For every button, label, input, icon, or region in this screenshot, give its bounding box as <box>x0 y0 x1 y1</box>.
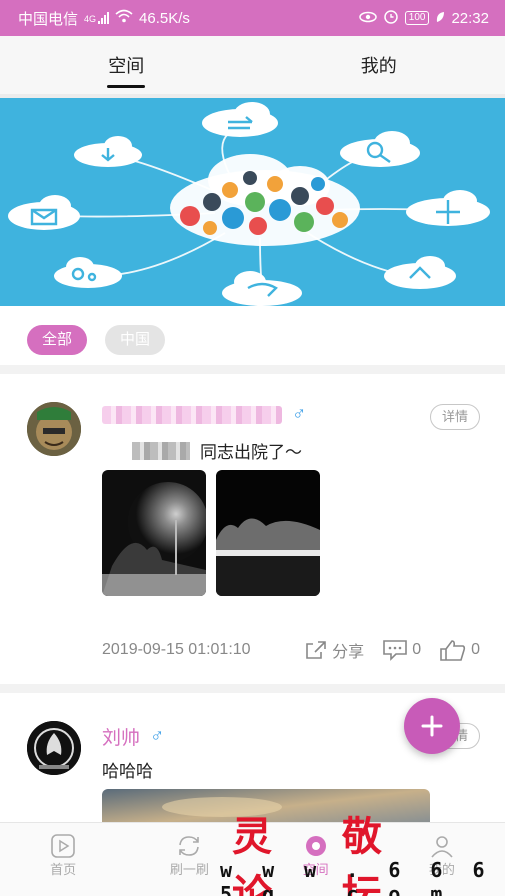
space-icon <box>305 836 326 856</box>
avatar[interactable] <box>27 402 81 456</box>
signal-icon: 4G <box>84 12 110 24</box>
username[interactable]: ♂ <box>102 404 306 426</box>
post-photo[interactable] <box>102 470 206 596</box>
wifi-icon <box>115 9 133 27</box>
filter-chips: 全部 中国 <box>27 325 166 355</box>
male-icon: ♂ <box>292 404 307 425</box>
status-bar: 中国电信 4G 46.5K/s 100 22:32 <box>0 0 505 36</box>
share-label: 分享 <box>332 644 365 661</box>
share-icon <box>306 641 326 659</box>
plus-icon <box>421 715 443 737</box>
leaf-icon <box>435 10 445 27</box>
top-tabs: 空间 我的 <box>0 36 505 94</box>
comment-count: 0 <box>412 641 422 658</box>
home-play-icon <box>51 834 75 858</box>
nav-mine[interactable]: 我的 <box>379 823 505 896</box>
eye-icon <box>359 10 377 27</box>
post-card: ♂ 详情 同志出院了～ 2019-09-15 01:01:10 分享 0 0 <box>0 374 505 684</box>
nav-space[interactable]: 空间 <box>253 823 379 896</box>
nav-mine-label: 我的 <box>428 862 455 877</box>
section-divider <box>0 365 505 374</box>
username[interactable]: 刘帅 ♂ <box>102 723 164 750</box>
post-text: 同志出院了～ <box>200 443 302 462</box>
refresh-icon <box>179 836 200 856</box>
post-content: 哈哈哈 <box>102 762 153 781</box>
post-timestamp: 2019-09-15 01:01:10 <box>102 641 251 658</box>
section-divider <box>0 684 505 693</box>
add-post-button[interactable] <box>404 698 460 754</box>
profile-icon <box>431 836 453 858</box>
alarm-icon <box>383 8 399 28</box>
banner-cloud-network-image[interactable] <box>0 98 505 306</box>
tab-mine[interactable]: 我的 <box>253 36 505 94</box>
filter-all-chip[interactable]: 全部 <box>27 325 88 355</box>
share-button[interactable]: 分享 <box>304 638 364 662</box>
nav-home[interactable]: 首页 <box>0 823 126 896</box>
carrier-label: 中国电信 <box>18 10 79 28</box>
username-text: 刘帅 <box>102 728 141 749</box>
post-content: 同志出院了～ <box>132 438 302 463</box>
battery-icon: 100 <box>404 11 430 25</box>
tab-space[interactable]: 空间 <box>0 36 253 94</box>
post-photo[interactable] <box>216 470 320 596</box>
filter-china-chip[interactable]: 中国 <box>105 325 166 355</box>
comment-button[interactable]: 0 <box>382 639 421 661</box>
nav-home-label: 首页 <box>50 862 77 877</box>
like-count: 0 <box>471 641 480 658</box>
network-type: 4G <box>84 14 97 24</box>
avatar[interactable] <box>27 721 81 775</box>
thumbs-up-icon <box>440 640 466 661</box>
comment-icon <box>383 640 407 661</box>
nav-refresh-label: 刷一刷 <box>169 862 209 877</box>
clock-time: 22:32 <box>451 9 489 27</box>
like-button[interactable]: 0 <box>439 639 480 661</box>
bottom-nav: 首页 刷一刷 空间 我的 <box>0 822 505 896</box>
blurred-username <box>102 406 282 424</box>
network-speed: 46.5K/s <box>139 9 190 27</box>
nav-refresh[interactable]: 刷一刷 <box>126 823 252 896</box>
nav-space-label: 空间 <box>302 862 329 877</box>
detail-button[interactable]: 详情 <box>430 404 480 430</box>
blurred-text <box>132 441 190 460</box>
male-icon: ♂ <box>150 725 165 747</box>
post-meta: 2019-09-15 01:01:10 分享 0 0 <box>102 638 480 662</box>
